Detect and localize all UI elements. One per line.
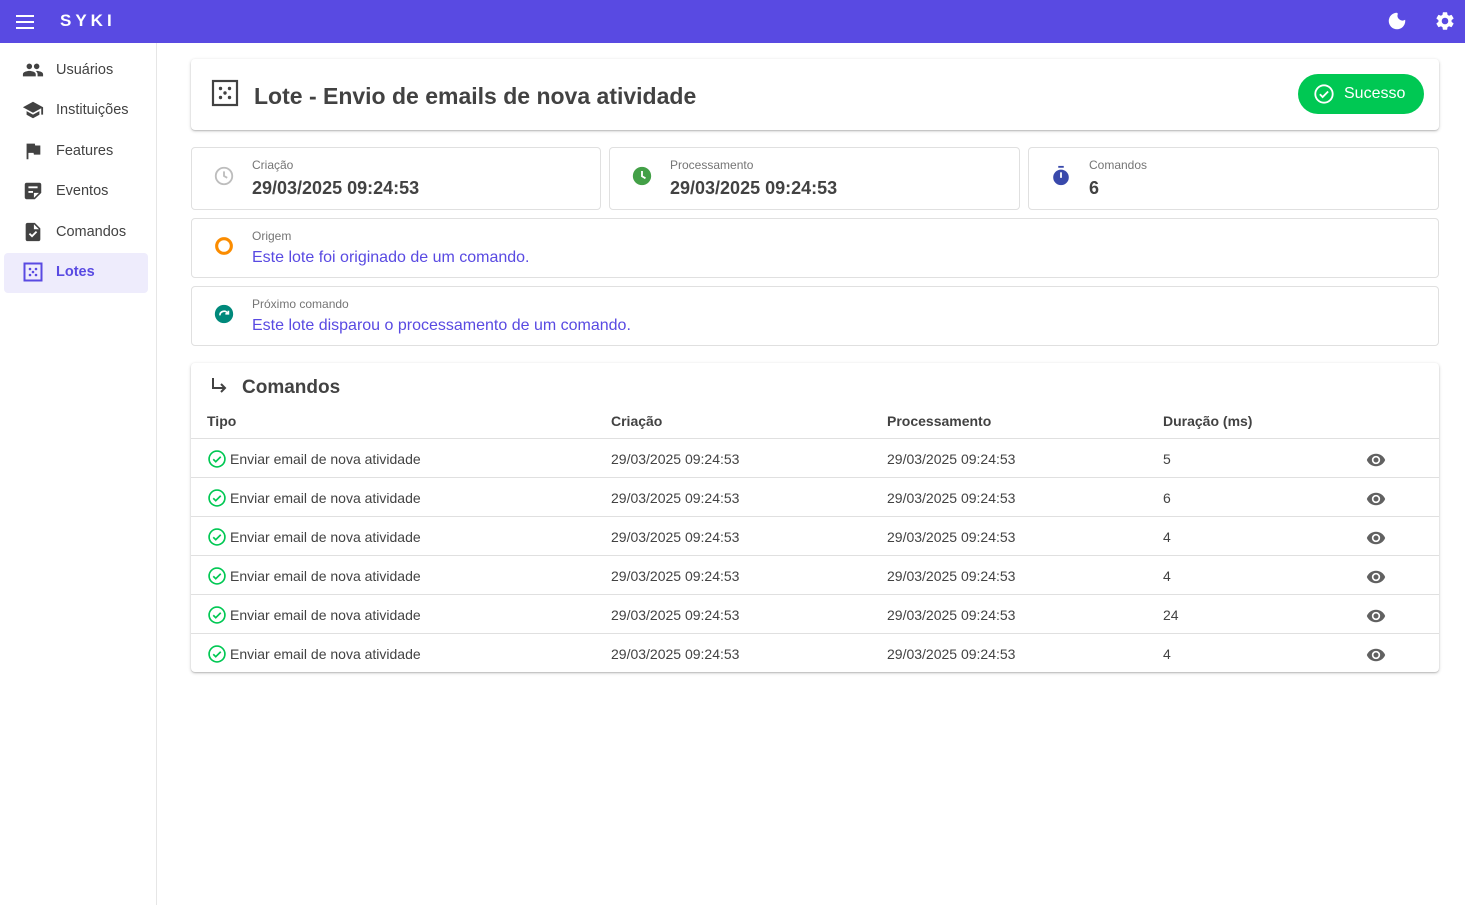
sidebar-item-label: Instituições	[56, 102, 129, 118]
check-circle-icon	[207, 605, 227, 625]
event-list-icon	[22, 180, 44, 202]
command-processed: 29/03/2025 09:24:53	[887, 529, 1016, 545]
command-created: 29/03/2025 09:24:53	[611, 568, 740, 584]
creation-value: 29/03/2025 09:24:53	[252, 178, 420, 198]
sidebar-item-usuarios[interactable]: Usuários	[4, 51, 148, 91]
sidebar-item-features[interactable]: Features	[4, 132, 148, 172]
processing-value: 29/03/2025 09:24:53	[670, 178, 838, 198]
processing-label: Processamento	[670, 158, 754, 172]
command-type: Enviar email de nova atividade	[230, 529, 421, 545]
origin-link[interactable]: Este lote foi originado de um comando.	[252, 249, 530, 267]
school-icon	[22, 99, 44, 121]
command-type: Enviar email de nova atividade	[230, 490, 421, 506]
command-processed: 29/03/2025 09:24:53	[887, 568, 1016, 584]
sidebar-item-comandos[interactable]: Comandos	[4, 213, 148, 253]
circle-outline-icon	[212, 234, 236, 258]
task-file-icon	[22, 221, 44, 243]
eye-icon[interactable]	[1365, 566, 1387, 588]
next-command-link[interactable]: Este lote disparou o processamento de um…	[252, 317, 631, 335]
clock-filled-icon	[630, 164, 654, 188]
command-processed: 29/03/2025 09:24:53	[887, 490, 1016, 506]
command-type: Enviar email de nova atividade	[230, 607, 421, 623]
eye-icon[interactable]	[1365, 488, 1387, 510]
sidebar-item-label: Eventos	[56, 183, 109, 199]
command-processed: 29/03/2025 09:24:53	[887, 607, 1016, 623]
eye-icon[interactable]	[1365, 605, 1387, 627]
sidebar-item-label: Comandos	[56, 224, 127, 240]
column-header-created[interactable]: Criação	[611, 413, 662, 429]
sidebar-item-instituicoes[interactable]: Instituições	[4, 91, 148, 131]
check-circle-icon	[207, 527, 227, 547]
table-row: Enviar email de nova atividade 29/03/202…	[191, 516, 1439, 555]
redo-circle-icon	[212, 302, 236, 326]
sidebar-item-label: Features	[56, 143, 114, 159]
command-created: 29/03/2025 09:24:53	[611, 607, 740, 623]
dark-mode-icon[interactable]	[1385, 9, 1409, 33]
column-header-processed[interactable]: Processamento	[887, 413, 991, 429]
sidebar-item-label: Usuários	[56, 62, 114, 78]
eye-icon[interactable]	[1365, 644, 1387, 666]
sidebar-item-eventos[interactable]: Eventos	[4, 172, 148, 212]
processing-card: Processamento 29/03/2025 09:24:53	[609, 147, 1020, 210]
command-duration: 4	[1163, 568, 1171, 584]
sidebar: Usuários Instituições Features Eventos C…	[0, 43, 157, 905]
origin-card: Origem Este lote foi originado de um com…	[191, 218, 1439, 278]
next-command-label: Próximo comando	[252, 297, 349, 311]
command-duration: 4	[1163, 529, 1171, 545]
command-duration: 5	[1163, 451, 1171, 467]
column-header-duration[interactable]: Duração (ms)	[1163, 413, 1252, 429]
clock-outline-icon	[212, 164, 236, 188]
table-row: Enviar email de nova atividade 29/03/202…	[191, 633, 1439, 672]
check-circle-icon	[207, 566, 227, 586]
grid-dots-icon	[22, 261, 44, 283]
command-type: Enviar email de nova atividade	[230, 451, 421, 467]
commands-count-value: 6	[1089, 178, 1100, 198]
check-circle-icon	[207, 488, 227, 508]
creation-label: Criação	[252, 158, 294, 172]
column-header-type[interactable]: Tipo	[207, 413, 236, 429]
sidebar-item-label: Lotes	[56, 264, 95, 280]
command-type: Enviar email de nova atividade	[230, 568, 421, 584]
commands-count-card: Comandos 6	[1028, 147, 1439, 210]
batch-header-card: Lote - Envio de emails de nova atividade…	[191, 59, 1439, 130]
table-row: Enviar email de nova atividade 29/03/202…	[191, 438, 1439, 477]
app-bar: SYKI	[0, 0, 1465, 43]
eye-icon[interactable]	[1365, 449, 1387, 471]
command-created: 29/03/2025 09:24:53	[611, 451, 740, 467]
app-brand: SYKI	[60, 11, 116, 30]
command-type: Enviar email de nova atividade	[230, 646, 421, 662]
table-row: Enviar email de nova atividade 29/03/202…	[191, 594, 1439, 633]
status-badge[interactable]: Sucesso	[1298, 74, 1424, 114]
section-title: Comandos	[242, 377, 341, 398]
subdirectory-arrow-icon	[208, 375, 232, 399]
timer-icon	[1049, 164, 1073, 188]
table-row: Enviar email de nova atividade 29/03/202…	[191, 477, 1439, 516]
sidebar-item-lotes[interactable]: Lotes	[4, 253, 148, 293]
command-duration: 6	[1163, 490, 1171, 506]
command-processed: 29/03/2025 09:24:53	[887, 646, 1016, 662]
command-processed: 29/03/2025 09:24:53	[887, 451, 1016, 467]
flag-icon	[22, 140, 44, 162]
origin-label: Origem	[252, 229, 292, 243]
commands-table-card: Comandos Tipo Criação Processamento Dura…	[191, 363, 1439, 672]
page-title: Lote - Envio de emails de nova atividade	[254, 83, 697, 109]
command-created: 29/03/2025 09:24:53	[611, 646, 740, 662]
menu-icon[interactable]	[12, 9, 38, 35]
creation-card: Criação 29/03/2025 09:24:53	[191, 147, 601, 210]
check-circle-icon	[207, 449, 227, 469]
table-row: Enviar email de nova atividade 29/03/202…	[191, 555, 1439, 594]
check-circle-icon	[207, 644, 227, 664]
command-created: 29/03/2025 09:24:53	[611, 529, 740, 545]
command-duration: 24	[1163, 607, 1179, 623]
command-duration: 4	[1163, 646, 1171, 662]
commands-count-label: Comandos	[1089, 158, 1148, 172]
eye-icon[interactable]	[1365, 527, 1387, 549]
people-icon	[22, 59, 44, 81]
command-created: 29/03/2025 09:24:53	[611, 490, 740, 506]
settings-icon[interactable]	[1433, 9, 1457, 33]
grid-dots-icon	[211, 79, 239, 107]
check-circle-icon	[1313, 83, 1335, 105]
status-label: Sucesso	[1344, 85, 1406, 102]
next-command-card: Próximo comando Este lote disparou o pro…	[191, 286, 1439, 346]
